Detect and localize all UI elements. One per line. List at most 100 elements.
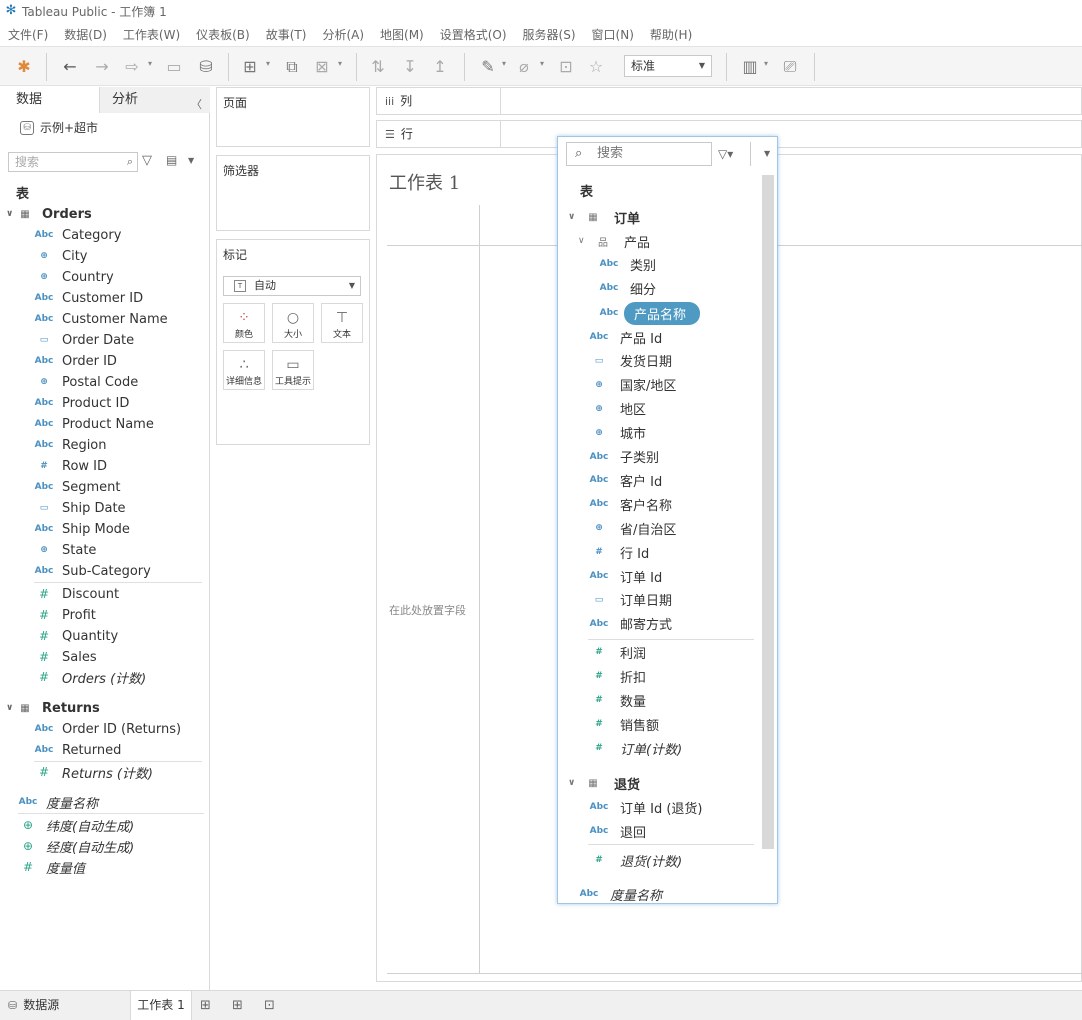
popup-field-returns-count[interactable]: # 退货(计数) [588, 849, 682, 871]
popup-field-item[interactable]: ⊕ 城市 [588, 422, 646, 444]
popup-field-measure-names[interactable]: Abc 度量名称 [578, 883, 662, 904]
chevron-down-icon[interactable]: ∨ [578, 236, 596, 246]
group-icon[interactable]: ⌀ [514, 57, 534, 77]
collapse-pane-icon[interactable]: 〈 [191, 92, 202, 118]
field-item[interactable]: Abc Segment [34, 477, 121, 497]
tab-datasource[interactable]: ⛁ 数据源 [8, 991, 59, 1020]
pages-card[interactable]: 页面 [216, 87, 370, 147]
popup-field-item[interactable]: Abc 客户名称 [588, 493, 672, 515]
popup-measure-item[interactable]: # 折扣 [588, 665, 646, 687]
new-story-icon[interactable]: ⊡ [264, 998, 275, 1013]
duplicate-sheet-icon[interactable]: ⧉ [282, 57, 302, 77]
popup-field-segment[interactable]: Abc 细分 [598, 277, 656, 299]
popup-field-order-id-returns[interactable]: Abc 订单 Id (退货) [588, 796, 703, 818]
datasource-item[interactable]: ⛁ 示例+超市 [20, 119, 98, 136]
menu-file[interactable]: 文件(F) [8, 26, 48, 43]
filters-card[interactable]: 筛选器 [216, 155, 370, 231]
field-item[interactable]: ⊕ Postal Code [34, 372, 138, 392]
menu-story[interactable]: 故事(T) [266, 26, 307, 43]
popup-search-input[interactable]: ⌕ 搜索 [566, 142, 712, 166]
popup-scrollbar[interactable] [762, 175, 774, 849]
sheet-title[interactable]: 工作表 1 [389, 169, 460, 195]
menu-help[interactable]: 帮助(H) [650, 26, 692, 43]
field-item[interactable]: Abc Sub-Category [34, 561, 151, 581]
sort-descending-icon[interactable]: ↥ [430, 57, 450, 77]
field-discount[interactable]: # Discount [34, 584, 119, 604]
mark-type-select[interactable]: T 自动 ▼ [223, 276, 361, 296]
view-list-caret-icon[interactable]: ▼ [188, 156, 194, 165]
field-measure-values[interactable]: # 度量值 [18, 857, 85, 877]
highlight-caret-icon[interactable]: ▾ [502, 59, 506, 68]
popup-field-category[interactable]: Abc 类别 [598, 253, 656, 275]
chevron-down-icon[interactable]: ∨ [6, 703, 18, 713]
menu-server[interactable]: 服务器(S) [523, 26, 576, 43]
fit-select[interactable]: 标准 ▼ [624, 55, 712, 77]
field-latitude[interactable]: ⊕ 纬度(自动生成) [18, 815, 134, 835]
menu-data[interactable]: 数据(D) [64, 26, 107, 43]
show-me-icon[interactable]: ▥ [740, 57, 760, 77]
tooltip-button[interactable]: ▭ 工具提示 [272, 350, 314, 390]
menu-map[interactable]: 地图(M) [380, 26, 424, 43]
size-button[interactable]: ○ 大小 [272, 303, 314, 343]
field-item[interactable]: ▭ Order Date [34, 330, 134, 350]
field-order-id-returns[interactable]: Abc Order ID (Returns) [34, 719, 181, 739]
popup-field-item[interactable]: # 行 Id [588, 541, 649, 563]
save-icon[interactable]: ▭ [164, 57, 184, 77]
menu-window[interactable]: 窗口(N) [592, 26, 634, 43]
field-returns-count[interactable]: # Returns (计数) [34, 762, 153, 782]
filter-icon[interactable]: ▽ [142, 153, 152, 168]
popup-field-product-name[interactable]: Abc 产品名称 [598, 301, 701, 325]
tab-analysis[interactable]: 分析 〈 [100, 87, 210, 113]
redo-icon[interactable]: → [92, 57, 112, 77]
tableau-home-icon[interactable]: ✱ [14, 57, 34, 77]
field-item[interactable]: ⊕ Country [34, 267, 113, 287]
popup-field-item[interactable]: Abc 邮寄方式 [588, 613, 672, 635]
menu-analysis[interactable]: 分析(A) [322, 26, 364, 43]
menu-format[interactable]: 设置格式(O) [440, 26, 507, 43]
tab-sheet-1[interactable]: 工作表 1 [130, 991, 192, 1020]
view-list-icon[interactable]: ▤ [166, 153, 177, 167]
field-item[interactable]: Abc Product ID [34, 393, 130, 413]
chevron-down-icon[interactable]: ∨ [568, 778, 586, 788]
highlight-icon[interactable]: ✎ [478, 57, 498, 77]
replay-icon[interactable]: ⇨ [122, 57, 142, 77]
show-me-caret-icon[interactable]: ▾ [764, 59, 768, 68]
popup-field-orders-count[interactable]: # 订单(计数) [588, 737, 682, 759]
field-quantity[interactable]: # Quantity [34, 626, 118, 646]
new-worksheet-icon[interactable]: ⊞ [240, 57, 260, 77]
detail-button[interactable]: ∴ 详细信息 [223, 350, 265, 390]
columns-shelf[interactable]: iii 列 [376, 87, 1082, 115]
chevron-down-icon[interactable]: ∨ [568, 212, 586, 222]
popup-field-item[interactable]: ▭ 发货日期 [588, 350, 672, 372]
field-profit[interactable]: # Profit [34, 605, 96, 625]
field-item[interactable]: Abc Product Name [34, 414, 154, 434]
search-input[interactable]: 搜索 ⌕ [8, 152, 138, 172]
popup-measure-item[interactable]: # 销售额 [588, 713, 659, 735]
new-worksheet-icon[interactable]: ⊞ [200, 998, 211, 1013]
field-item[interactable]: Abc Customer Name [34, 309, 168, 329]
popup-field-item[interactable]: ▭ 订单日期 [588, 589, 672, 611]
popup-field-item[interactable]: Abc 客户 Id [588, 469, 663, 491]
label-icon[interactable]: ⊡ [556, 57, 576, 77]
presentation-mode-icon[interactable]: ⎚ [780, 57, 800, 77]
new-datasource-icon[interactable]: ⛁ [196, 57, 216, 77]
field-item[interactable]: Abc Customer ID [34, 288, 144, 308]
field-item[interactable]: ▭ Ship Date [34, 498, 126, 518]
chevron-down-icon[interactable]: ∨ [6, 209, 18, 219]
popup-field-item[interactable]: ⊕ 国家/地区 [588, 374, 676, 396]
popup-table-orders[interactable]: ∨ ▦ 订单 [568, 207, 640, 227]
popup-measure-item[interactable]: # 利润 [588, 641, 646, 663]
color-button[interactable]: ⁘ 颜色 [223, 303, 265, 343]
menu-worksheet[interactable]: 工作表(W) [123, 26, 180, 43]
field-item[interactable]: # Row ID [34, 456, 107, 476]
chevron-down-icon[interactable]: ▼ [764, 149, 770, 158]
field-orders-count[interactable]: # Orders (计数) [34, 667, 146, 687]
field-item[interactable]: Abc Category [34, 225, 122, 245]
popup-field-returned[interactable]: Abc 退回 [588, 820, 646, 842]
popup-measure-item[interactable]: # 数量 [588, 689, 646, 711]
new-dashboard-icon[interactable]: ⊞ [232, 998, 243, 1013]
field-item[interactable]: ⊕ City [34, 246, 87, 266]
table-returns[interactable]: ∨ ▦ Returns [6, 698, 100, 718]
new-worksheet-caret-icon[interactable]: ▾ [266, 59, 270, 68]
sort-ascending-icon[interactable]: ↧ [400, 57, 420, 77]
